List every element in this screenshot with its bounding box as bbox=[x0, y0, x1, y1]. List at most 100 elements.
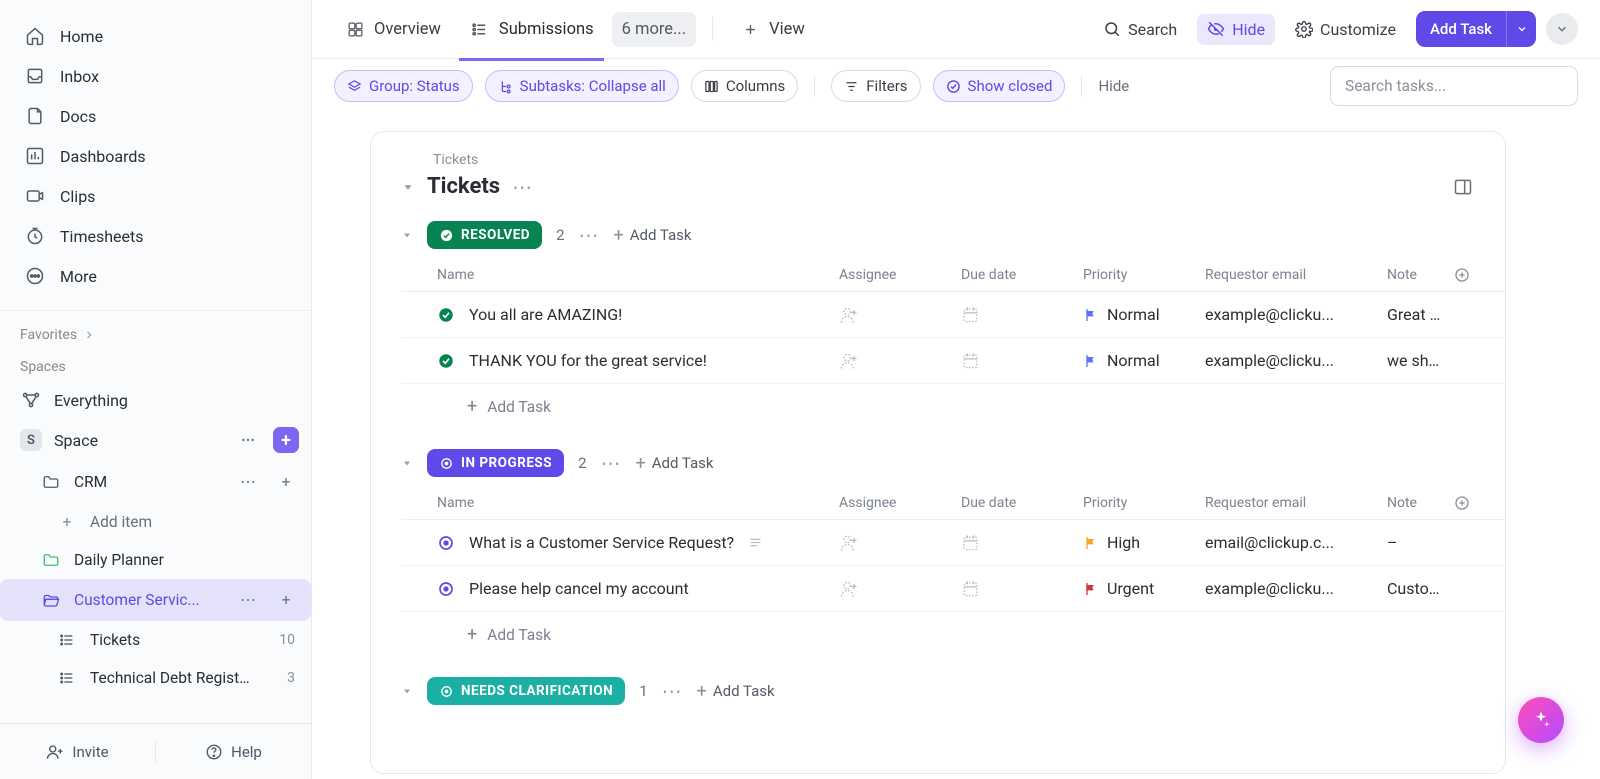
group-more[interactable]: ⋯ bbox=[579, 223, 600, 247]
tree-item[interactable]: Daily Planner bbox=[0, 541, 311, 579]
status-icon[interactable] bbox=[437, 534, 455, 552]
add-task-button[interactable]: Add Task bbox=[1416, 11, 1536, 47]
sidebar-clips[interactable]: Clips bbox=[12, 176, 299, 216]
notes-cell[interactable]: we shoul bbox=[1387, 351, 1447, 370]
status-pill[interactable]: NEEDS CLARIFICATION bbox=[427, 677, 625, 705]
email-cell[interactable]: example@clicku... bbox=[1205, 351, 1387, 370]
task-row[interactable]: What is a Customer Service Request?Highe… bbox=[401, 520, 1505, 566]
col-assignee[interactable]: Assignee bbox=[839, 495, 961, 511]
tab-submissions[interactable]: Submissions bbox=[459, 10, 604, 48]
tree-item[interactable]: Customer Servic...⋯+ bbox=[0, 579, 311, 621]
tree-item[interactable]: Tickets10 bbox=[0, 621, 311, 659]
priority-cell[interactable]: Urgent bbox=[1083, 579, 1205, 598]
add-task-row[interactable]: +Add Task bbox=[401, 384, 1505, 417]
assignee-cell[interactable] bbox=[839, 351, 961, 371]
tab-view[interactable]: View bbox=[729, 10, 815, 48]
notes-cell[interactable]: Custome bbox=[1387, 579, 1447, 598]
status-icon[interactable] bbox=[437, 580, 455, 598]
status-icon[interactable] bbox=[437, 352, 455, 370]
search-tasks-input[interactable]: Search tasks... bbox=[1330, 66, 1578, 106]
tree-item[interactable]: Technical Debt Register3 bbox=[0, 659, 311, 697]
list-more-button[interactable]: ⋯ bbox=[512, 175, 533, 199]
due-cell[interactable] bbox=[961, 305, 1083, 324]
priority-cell[interactable]: High bbox=[1083, 533, 1205, 552]
task-row[interactable]: You all are AMAZING!Normalexample@clicku… bbox=[401, 292, 1505, 338]
due-cell[interactable] bbox=[961, 533, 1083, 552]
sidebar-inbox[interactable]: Inbox bbox=[12, 56, 299, 96]
col-due[interactable]: Due date bbox=[961, 495, 1083, 511]
show-closed-chip[interactable]: Show closed bbox=[933, 70, 1066, 102]
assignee-cell[interactable] bbox=[839, 533, 961, 553]
add-task-caret[interactable] bbox=[1506, 11, 1536, 47]
sidebar-dashboards[interactable]: Dashboards bbox=[12, 136, 299, 176]
group-more[interactable]: ⋯ bbox=[662, 679, 683, 703]
group-collapse[interactable] bbox=[401, 685, 413, 697]
col-due[interactable]: Due date bbox=[961, 267, 1083, 283]
add-column[interactable] bbox=[1447, 267, 1477, 283]
due-cell[interactable] bbox=[961, 579, 1083, 598]
col-email[interactable]: Requestor email bbox=[1205, 267, 1387, 283]
assignee-cell[interactable] bbox=[839, 305, 961, 325]
add-task-row[interactable]: +Add Task bbox=[401, 612, 1505, 645]
group-chip[interactable]: Group: Status bbox=[334, 70, 473, 102]
status-pill[interactable]: RESOLVED bbox=[427, 221, 542, 249]
col-priority[interactable]: Priority bbox=[1083, 267, 1205, 283]
more-menu-button[interactable] bbox=[1546, 13, 1578, 45]
group-collapse[interactable] bbox=[401, 457, 413, 469]
space-more-button[interactable] bbox=[235, 427, 261, 453]
group-add-task[interactable]: +Add Task bbox=[636, 453, 714, 474]
invite-button[interactable]: Invite bbox=[0, 743, 155, 761]
group-add-task[interactable]: +Add Task bbox=[614, 225, 692, 246]
filters-chip[interactable]: Filters bbox=[831, 70, 920, 102]
ai-fab-button[interactable] bbox=[1518, 697, 1564, 743]
sidebar-everything[interactable]: Everything bbox=[0, 381, 311, 419]
help-button[interactable]: Help bbox=[156, 743, 311, 761]
col-notes[interactable]: Note bbox=[1387, 267, 1447, 283]
sidebar-home[interactable]: Home bbox=[12, 16, 299, 56]
col-email[interactable]: Requestor email bbox=[1205, 495, 1387, 511]
status-icon[interactable] bbox=[437, 306, 455, 324]
col-name[interactable]: Name bbox=[401, 495, 839, 511]
side-panel-button[interactable] bbox=[1453, 177, 1475, 197]
breadcrumb[interactable]: Tickets bbox=[371, 152, 1505, 174]
email-cell[interactable]: example@clicku... bbox=[1205, 305, 1387, 324]
group-add-task[interactable]: +Add Task bbox=[697, 681, 775, 702]
sidebar-docs[interactable]: Docs bbox=[12, 96, 299, 136]
notes-cell[interactable]: Great cus bbox=[1387, 305, 1447, 324]
col-priority[interactable]: Priority bbox=[1083, 495, 1205, 511]
subtasks-chip[interactable]: Subtasks: Collapse all bbox=[485, 70, 679, 102]
group-collapse[interactable] bbox=[401, 229, 413, 241]
favorites-header[interactable]: Favorites bbox=[0, 317, 311, 349]
col-notes[interactable]: Note bbox=[1387, 495, 1447, 511]
tree-item[interactable]: +Add item bbox=[0, 503, 311, 541]
priority-cell[interactable]: Normal bbox=[1083, 351, 1205, 370]
search-button[interactable]: Search bbox=[1093, 14, 1187, 45]
group-more[interactable]: ⋯ bbox=[601, 451, 622, 475]
tab--more-[interactable]: 6 more... bbox=[612, 12, 697, 47]
assignee-cell[interactable] bbox=[839, 579, 961, 599]
row-more[interactable]: ⋯ bbox=[235, 469, 261, 495]
col-name[interactable]: Name bbox=[401, 267, 839, 283]
row-add[interactable]: + bbox=[273, 587, 299, 613]
customize-button[interactable]: Customize bbox=[1285, 14, 1406, 45]
row-add[interactable]: + bbox=[273, 469, 299, 495]
space-add-button[interactable]: + bbox=[273, 427, 299, 453]
sidebar-timesheets[interactable]: Timesheets bbox=[12, 216, 299, 256]
row-more[interactable]: ⋯ bbox=[235, 587, 261, 613]
tree-item[interactable]: CRM⋯+ bbox=[0, 461, 311, 503]
email-cell[interactable]: email@clickup.c... bbox=[1205, 533, 1387, 552]
add-column[interactable] bbox=[1447, 495, 1477, 511]
tab-overview[interactable]: Overview bbox=[334, 10, 451, 48]
sidebar-space[interactable]: S Space + bbox=[0, 419, 311, 461]
columns-chip[interactable]: Columns bbox=[691, 70, 798, 102]
col-assignee[interactable]: Assignee bbox=[839, 267, 961, 283]
email-cell[interactable]: example@clicku... bbox=[1205, 579, 1387, 598]
list-collapse-button[interactable] bbox=[401, 180, 415, 194]
task-row[interactable]: THANK YOU for the great service!Normalex… bbox=[401, 338, 1505, 384]
notes-cell[interactable]: – bbox=[1387, 533, 1447, 552]
priority-cell[interactable]: Normal bbox=[1083, 305, 1205, 324]
hide-link[interactable]: Hide bbox=[1098, 77, 1129, 95]
sidebar-more[interactable]: More bbox=[12, 256, 299, 296]
due-cell[interactable] bbox=[961, 351, 1083, 370]
status-pill[interactable]: IN PROGRESS bbox=[427, 449, 564, 477]
